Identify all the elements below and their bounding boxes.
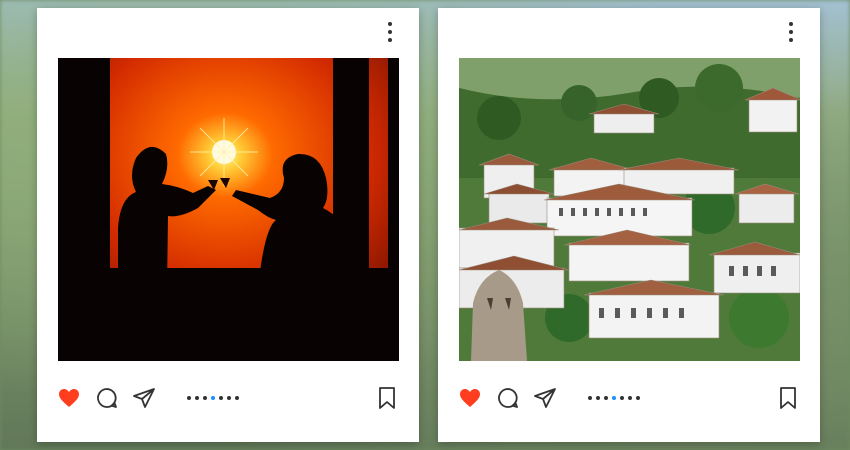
- bookmark-icon[interactable]: [776, 386, 800, 410]
- send-icon[interactable]: [132, 386, 156, 410]
- bookmark-icon[interactable]: [375, 386, 399, 410]
- heart-icon[interactable]: [57, 386, 81, 410]
- carousel-dot[interactable]: [195, 396, 199, 400]
- comment-icon[interactable]: [95, 386, 119, 410]
- carousel-dot[interactable]: [628, 396, 632, 400]
- post-actions: [57, 386, 399, 410]
- carousel-dot[interactable]: [227, 396, 231, 400]
- carousel-dot[interactable]: [187, 396, 191, 400]
- carousel-dot[interactable]: [636, 396, 640, 400]
- carousel-dot[interactable]: [588, 396, 592, 400]
- heart-icon[interactable]: [458, 386, 482, 410]
- comment-icon[interactable]: [496, 386, 520, 410]
- send-icon[interactable]: [533, 386, 557, 410]
- carousel-dot-active[interactable]: [211, 396, 215, 400]
- post-image-village[interactable]: [459, 58, 800, 361]
- more-options-icon[interactable]: [387, 22, 393, 42]
- post-card-2: [438, 8, 820, 442]
- post-actions: [458, 386, 800, 410]
- carousel-dot-active[interactable]: [612, 396, 616, 400]
- carousel-dot[interactable]: [203, 396, 207, 400]
- carousel-dot[interactable]: [596, 396, 600, 400]
- carousel-indicator: [187, 396, 239, 400]
- carousel-dot[interactable]: [604, 396, 608, 400]
- more-options-icon[interactable]: [788, 22, 794, 42]
- carousel-dot[interactable]: [235, 396, 239, 400]
- post-image-sunset-couple[interactable]: [58, 58, 399, 361]
- carousel-dot[interactable]: [219, 396, 223, 400]
- carousel-indicator: [588, 396, 640, 400]
- carousel-dot[interactable]: [620, 396, 624, 400]
- post-card-1: [37, 8, 419, 442]
